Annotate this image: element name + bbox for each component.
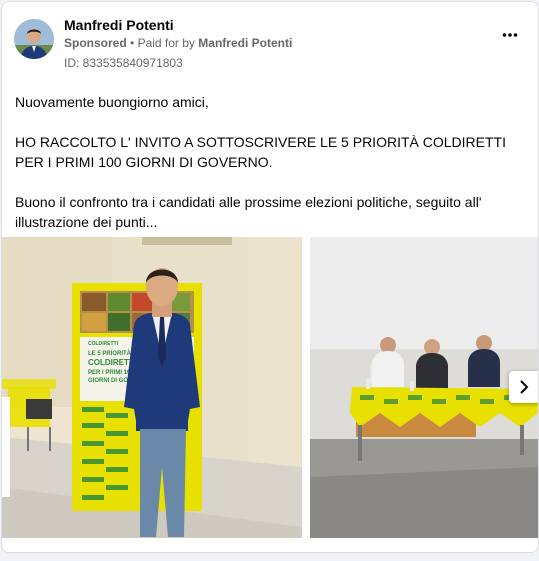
post-text-line: HO RACCOLTO L' INVITO A SOTTOSCRIVERE LE…	[15, 134, 506, 170]
banner-line: LE 5 PRIORITÀ	[88, 350, 132, 357]
chevron-right-icon	[520, 380, 529, 394]
paid-for-prefix: Paid for by	[137, 36, 195, 50]
more-options-button[interactable]	[498, 23, 522, 47]
author-name[interactable]: Manfredi Potenti	[64, 17, 174, 33]
post-text: Nuovamente buongiorno amici, HO RACCOLTO…	[15, 92, 520, 232]
banner-line: PER I PRIMI 100	[88, 370, 134, 376]
carousel-image-2[interactable]	[310, 237, 538, 538]
carousel-next-button[interactable]	[509, 371, 538, 403]
carousel-image-1[interactable]: COLDIRETTI LE 5 PRIORITÀ COLDIRETTI PER …	[2, 237, 302, 538]
ad-card: Manfredi Potenti Sponsored • Paid for by…	[1, 1, 539, 553]
banner-brand: COLDIRETTI	[88, 341, 119, 347]
ad-id: ID: 833535840971803	[64, 56, 183, 70]
more-horizontal-icon	[502, 33, 518, 37]
post-header: Manfredi Potenti Sponsored • Paid for by…	[14, 17, 526, 75]
banner-line: COLDIRETTI	[88, 358, 136, 367]
image-carousel[interactable]: COLDIRETTI LE 5 PRIORITÀ COLDIRETTI PER …	[2, 237, 538, 538]
sponsored-meta: Sponsored • Paid for by Manfredi Potenti	[64, 36, 292, 50]
post-text-line: Buono il confronto tra i candidati alle …	[15, 194, 482, 230]
post-text-line: Nuovamente buongiorno amici,	[15, 94, 209, 110]
meta-separator: •	[130, 36, 135, 50]
sponsored-label: Sponsored	[64, 36, 127, 50]
paid-for-name: Manfredi Potenti	[198, 36, 293, 50]
author-avatar[interactable]	[14, 19, 54, 59]
